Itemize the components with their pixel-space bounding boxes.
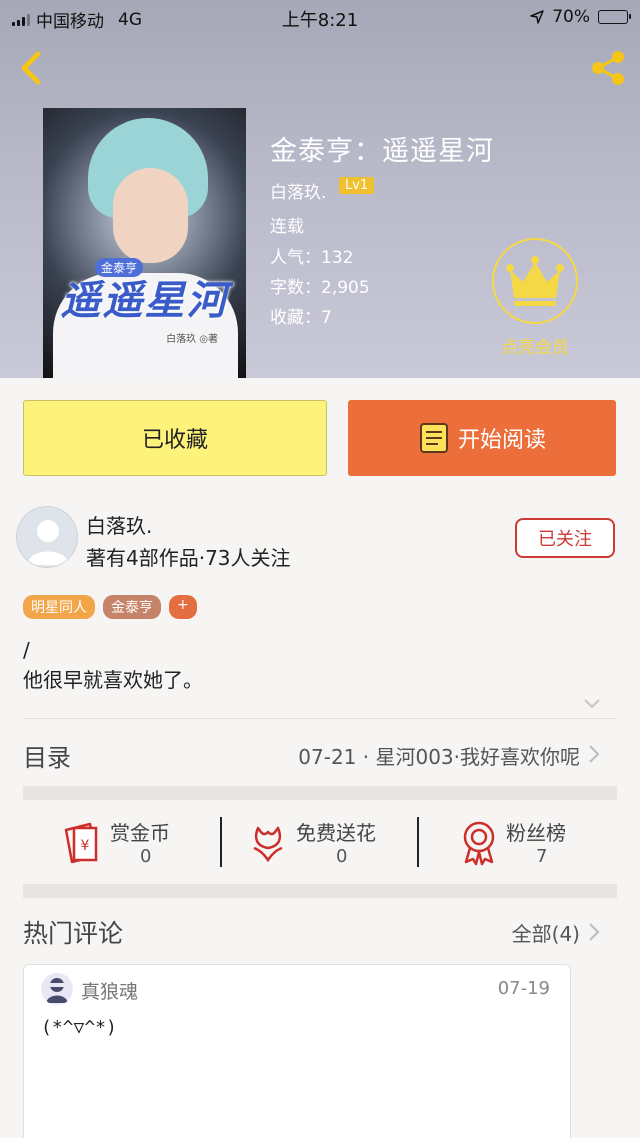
back-button[interactable] (14, 48, 50, 88)
vip-label[interactable]: 点亮会员 (486, 333, 584, 358)
svg-text:¥: ¥ (81, 838, 90, 854)
tag-item[interactable]: 金泰亨 (103, 595, 161, 619)
add-tag-button[interactable]: + (169, 595, 197, 619)
book-author[interactable]: 白落玖. (270, 178, 326, 203)
stat-label: 免费送花 (296, 821, 376, 845)
commenter-name[interactable]: 真狼魂 (81, 977, 138, 1004)
vip-button[interactable] (492, 238, 578, 324)
stat-label: 赏金币 (110, 821, 170, 845)
book-title: 金泰亨：遥遥星河 (270, 136, 494, 167)
favorite-button[interactable]: 已收藏 (23, 400, 327, 476)
author-stats: 著有4部作品·73人关注 (86, 546, 291, 570)
battery-percent: 70% (552, 7, 590, 27)
follow-button[interactable]: 已关注 (515, 518, 615, 558)
crown-icon (506, 256, 564, 306)
chevron-left-icon (21, 51, 41, 85)
comment-text: (*^▽^*) (41, 1017, 117, 1038)
divider (220, 817, 222, 867)
commenter-avatar[interactable] (41, 973, 73, 1005)
cover-title: 遥遥星河 (60, 277, 229, 324)
favorite-button-label: 已收藏 (141, 428, 208, 453)
stat-value: 0 (140, 846, 152, 867)
flower-icon (253, 826, 283, 863)
author-avatar[interactable] (16, 506, 78, 568)
book-cover[interactable]: 金泰亨 遥遥星河 白落玖 ◎著 (43, 108, 246, 378)
chevron-right-icon[interactable] (588, 744, 600, 764)
battery-icon (598, 10, 631, 24)
description-line: / (23, 638, 30, 662)
section-separator (23, 884, 617, 898)
chevron-down-icon[interactable] (583, 698, 601, 710)
location-arrow-icon (530, 10, 544, 24)
book-status: 连载 (270, 217, 304, 237)
share-button[interactable] (588, 48, 628, 88)
chevron-right-icon[interactable] (588, 922, 600, 942)
user-avatar-icon (46, 978, 68, 1003)
tag-list: 明星同人 金泰亨 + (23, 595, 197, 619)
book-icon (419, 423, 448, 453)
toc-label[interactable]: 目录 (23, 738, 71, 773)
cover-figure-face (113, 168, 188, 263)
free-flower-button[interactable]: 免费送花 0 (250, 815, 410, 875)
book-word-count: 字数：2,905 (270, 278, 370, 298)
latest-chapter-link[interactable]: 07-21 · 星河003·我好喜欢你呢 (298, 741, 580, 770)
stat-label: 粉丝榜 (506, 821, 566, 845)
follow-button-label: 已关注 (538, 529, 592, 550)
all-comments-link[interactable]: 全部(4) (512, 918, 580, 947)
reward-coins-button[interactable]: ¥ 赏金币 0 (60, 815, 210, 875)
comment-card[interactable]: 真狼魂 07-19 (*^▽^*) (23, 964, 571, 1138)
default-avatar-icon (27, 520, 69, 565)
description-line: 他很早就喜欢她了。 (23, 668, 203, 692)
hot-comments-heading: 热门评论 (23, 919, 124, 948)
tag-item[interactable]: 明星同人 (23, 595, 95, 619)
start-reading-button[interactable]: 开始阅读 (348, 400, 616, 476)
section-separator (23, 786, 617, 800)
status-bar: 中国移动 4G 上午8:21 70% (0, 0, 640, 34)
red-envelope-icon: ¥ (64, 822, 98, 864)
book-header: 中国移动 4G 上午8:21 70% 金泰亨 遥遥星河 白落玖 ◎著 金泰亨：遥 (0, 0, 640, 378)
start-reading-label: 开始阅读 (457, 428, 546, 453)
book-popularity: 人气：132 (270, 248, 354, 268)
medal-icon (463, 821, 495, 866)
cover-author: 白落玖 ◎著 (166, 334, 218, 345)
divider (417, 817, 419, 867)
level-badge: Lv1 (339, 177, 375, 194)
stat-value: 0 (336, 846, 348, 867)
comment-date: 07-19 (497, 978, 550, 999)
fan-ranking-button[interactable]: 粉丝榜 7 (460, 815, 600, 875)
book-favorites: 收藏：7 (270, 308, 332, 328)
author-name[interactable]: 白落玖. (86, 510, 152, 539)
divider (23, 718, 617, 719)
share-icon (592, 51, 624, 85)
stat-value: 7 (536, 846, 548, 867)
